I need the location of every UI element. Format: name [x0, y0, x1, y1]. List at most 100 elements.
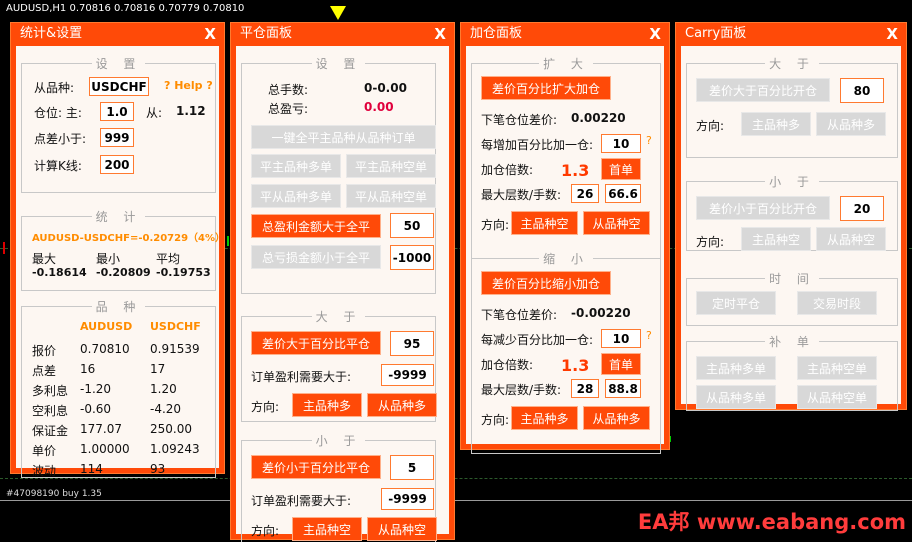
timed-close-button[interactable]: 定时平仓 — [696, 291, 776, 315]
direction-main-button[interactable]: 主品种空 — [292, 517, 362, 541]
profit-close-button[interactable]: 总盈利金额大于全平 — [251, 214, 381, 238]
supplement-slave-long-button[interactable]: 从品种多单 — [696, 385, 776, 409]
watermark: EA邦 www.eabang.com — [637, 510, 906, 534]
close-main-long-button[interactable]: 平主品种多单 — [251, 154, 341, 178]
symbol-row-main-value: 0.70810 — [80, 342, 130, 356]
avg-label: 平均 — [156, 252, 181, 266]
group-label: 设 置 — [91, 57, 146, 71]
carry-greater-input[interactable]: 80 — [840, 78, 884, 103]
symbols-group: 品 种 AUDUSD USDCHF 报价 0.70810 0.91539 点差 16 17… — [21, 300, 216, 478]
trade-session-button[interactable]: 交易时段 — [797, 291, 877, 315]
loss-close-button[interactable]: 总亏损金额小于全平 — [251, 245, 381, 269]
avg-value: -0.19753 — [156, 266, 211, 279]
min-label: 最小 — [96, 252, 121, 266]
max-layers-input[interactable]: 26 — [571, 184, 599, 203]
max-lots-input[interactable]: 66.6 — [605, 184, 641, 203]
next-diff-value: -0.00220 — [571, 306, 631, 320]
slave-lot-label: 从: — [146, 106, 163, 120]
carry-panel-title[interactable]: Carry面板 X — [676, 23, 906, 45]
loss-threshold-input[interactable]: -1000 — [390, 245, 434, 270]
close-greater-button[interactable]: 差价大于百分比平仓 — [251, 331, 381, 355]
settings-group: 设 置 从品种: USDCHF ? Help ? 仓位: 主: 1.0 从: 1… — [21, 57, 216, 193]
close-icon[interactable]: X — [886, 23, 898, 45]
close-panel-title[interactable]: 平仓面板 X — [231, 23, 454, 45]
close-less-button[interactable]: 差价小于百分比平仓 — [251, 455, 381, 479]
group-label: 扩 大 — [539, 57, 593, 71]
order-profit-input[interactable]: -9999 — [381, 488, 434, 510]
symbol-row-slave-value: 1.09243 — [150, 442, 200, 456]
first-order-button[interactable]: 首单 — [601, 158, 641, 180]
close-main-short-button[interactable]: 平主品种空单 — [346, 154, 436, 178]
carry-greater-button[interactable]: 差价大于百分比开仓 — [696, 78, 830, 102]
group-label: 缩 小 — [539, 252, 593, 266]
total-pl-value: 0.00 — [364, 100, 394, 114]
direction-main-button[interactable]: 主品种空 — [741, 227, 811, 251]
symbol-row-main-value: -1.20 — [80, 382, 112, 396]
symbol-row-main-value: 16 — [80, 362, 96, 376]
add-panel-title[interactable]: 加仓面板 X — [461, 23, 669, 45]
multiplier-value: 1.3 — [561, 161, 590, 180]
from-symbol-label: 从品种: — [34, 81, 75, 95]
direction-main-button[interactable]: 主品种空 — [511, 211, 578, 235]
spread-input[interactable]: 999 — [100, 128, 134, 147]
symbol-row-label: 多利息 — [32, 384, 69, 398]
direction-main-button[interactable]: 主品种多 — [511, 406, 578, 430]
direction-slave-button[interactable]: 从品种多 — [816, 112, 886, 136]
direction-main-button[interactable]: 主品种多 — [741, 112, 811, 136]
each-percent-label: 每减少百分比加一仓: — [481, 333, 594, 347]
shrink-add-button[interactable]: 差价百分比缩小加仓 — [481, 271, 611, 295]
max-lots-input[interactable]: 88.8 — [605, 379, 641, 398]
help-icon[interactable]: ? — [646, 134, 652, 147]
supplement-main-long-button[interactable]: 主品种多单 — [696, 356, 776, 380]
kline-input[interactable]: 200 — [100, 155, 134, 174]
direction-main-button[interactable]: 主品种多 — [292, 393, 362, 417]
direction-label: 方向: — [251, 524, 280, 538]
total-pl-label: 总盈亏: — [268, 102, 309, 116]
each-percent-input[interactable]: 10 — [601, 329, 641, 348]
close-slave-short-button[interactable]: 平从品种空单 — [346, 184, 436, 208]
close-icon[interactable]: X — [434, 23, 446, 45]
direction-slave-button[interactable]: 从品种多 — [367, 393, 437, 417]
order-profit-label: 订单盈利需要大于: — [251, 370, 352, 384]
carry-less-input[interactable]: 20 — [840, 196, 884, 221]
first-order-button[interactable]: 首单 — [601, 353, 641, 375]
carry-less-button[interactable]: 差价小于百分比开仓 — [696, 196, 830, 220]
symbol-row-slave-value: 93 — [150, 462, 166, 476]
supplement-main-short-button[interactable]: 主品种空单 — [797, 356, 877, 380]
help-icon[interactable]: ? — [646, 329, 652, 342]
close-less-input[interactable]: 5 — [390, 455, 434, 480]
direction-label: 方向: — [696, 235, 725, 249]
close-icon[interactable]: X — [649, 23, 661, 45]
direction-slave-button[interactable]: 从品种空 — [367, 517, 437, 541]
total-lots-label: 总手数: — [268, 83, 309, 97]
direction-slave-button[interactable]: 从品种多 — [583, 406, 650, 430]
carry-panel: Carry面板 X 大 于 差价大于百分比开仓 80 方向: 主品种多 从品种多 … — [675, 22, 907, 411]
min-value: -0.20809 — [96, 266, 151, 279]
symbol-row-main-value: 1.00000 — [80, 442, 130, 456]
order-profit-input[interactable]: -9999 — [381, 364, 434, 386]
close-greater-input[interactable]: 95 — [390, 331, 434, 356]
col-main-header: AUDUSD — [80, 320, 133, 333]
direction-slave-button[interactable]: 从品种空 — [583, 211, 650, 235]
direction-label: 方向: — [251, 400, 280, 414]
symbol-row-label: 保证金 — [32, 424, 69, 438]
pair-diff-line: AUDUSD-USDCHF=-0.20729（4%） — [32, 233, 226, 244]
direction-label: 方向: — [481, 218, 510, 232]
direction-slave-button[interactable]: 从品种空 — [816, 227, 886, 251]
expand-add-button[interactable]: 差价百分比扩大加仓 — [481, 76, 611, 100]
help-link[interactable]: ? Help ? — [164, 79, 213, 92]
close-icon[interactable]: X — [204, 23, 216, 45]
each-percent-input[interactable]: 10 — [601, 134, 641, 153]
profit-threshold-input[interactable]: 50 — [390, 213, 434, 238]
chart-grid-line — [0, 478, 912, 479]
symbol-row-slave-value: -4.20 — [150, 402, 182, 416]
max-layers-input[interactable]: 28 — [571, 379, 599, 398]
group-label: 小 于 — [311, 434, 366, 448]
from-symbol-input[interactable]: USDCHF — [89, 77, 149, 96]
main-lot-input[interactable]: 1.0 — [100, 102, 134, 121]
group-label: 时 间 — [765, 272, 819, 286]
supplement-slave-short-button[interactable]: 从品种空单 — [797, 385, 877, 409]
close-slave-long-button[interactable]: 平从品种多单 — [251, 184, 341, 208]
stats-panel-title[interactable]: 统计&设置 X — [11, 23, 224, 45]
close-all-button[interactable]: 一键全平主品种从品种订单 — [251, 125, 436, 149]
